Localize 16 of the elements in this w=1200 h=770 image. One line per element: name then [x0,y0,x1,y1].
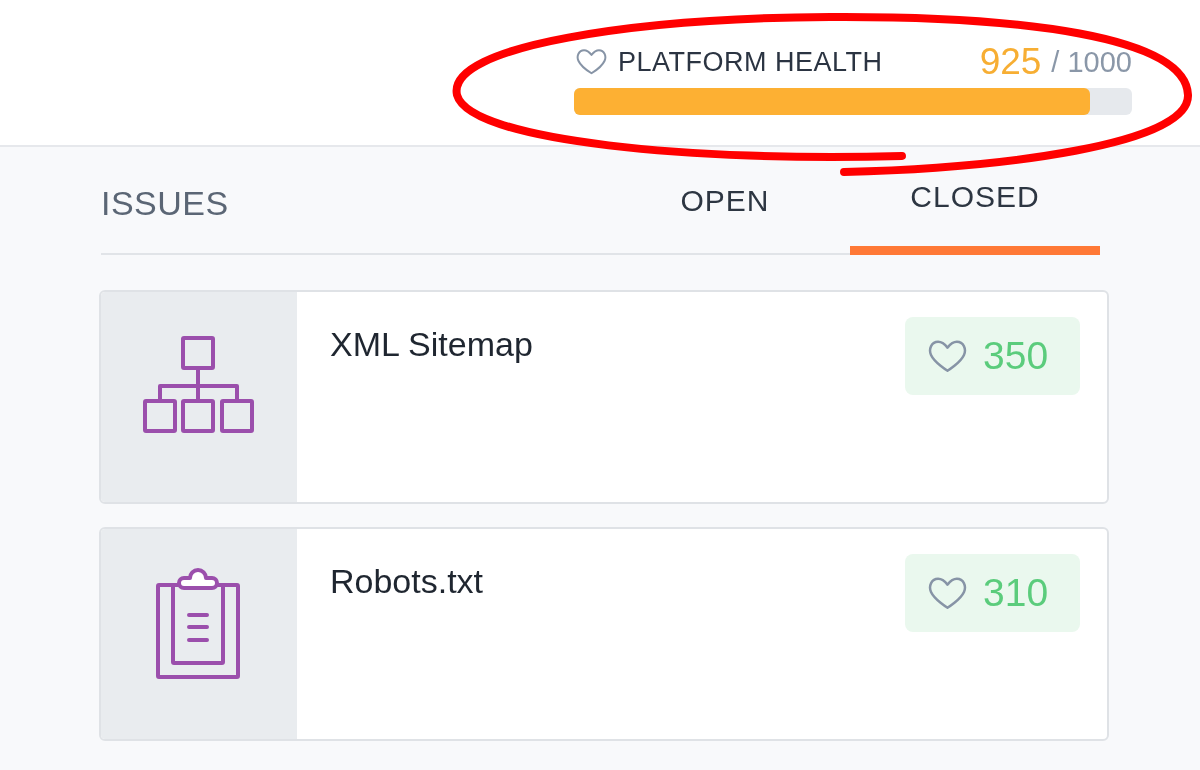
heart-icon [576,48,607,76]
heart-icon [928,338,967,374]
issue-title: XML Sitemap [330,325,533,364]
issue-title: Robots.txt [330,562,484,601]
heart-icon [928,575,967,611]
sitemap-icon [143,334,255,433]
issues-heading: ISSUES [101,183,229,223]
issue-card[interactable]: Robots.txt 310 [99,527,1109,741]
health-label: PLATFORM HEALTH [618,46,884,78]
health-max: / 1000 [1051,45,1132,79]
health-score: 925 [979,41,1042,83]
tab[interactable]: OPEN [600,147,850,255]
tab[interactable]: CLOSED [850,147,1100,255]
issue-card[interactable]: XML Sitemap 350 [99,290,1109,504]
score-value: 310 [983,571,1049,615]
score-value: 350 [983,334,1049,378]
